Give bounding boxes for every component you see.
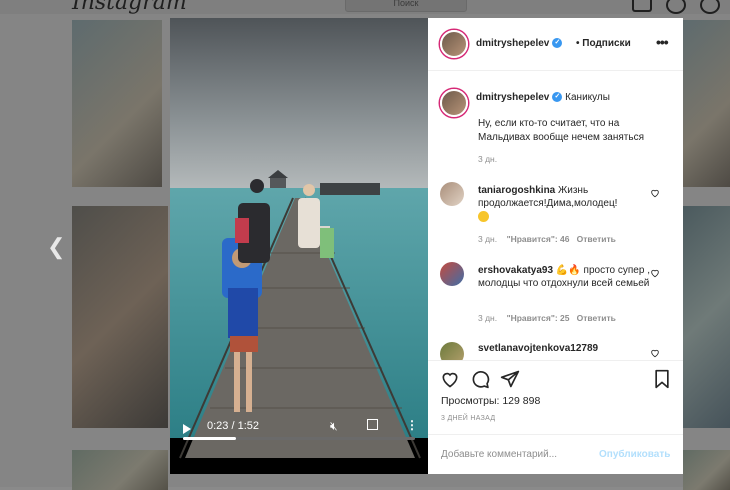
avatar[interactable] (440, 342, 464, 360)
comment-input[interactable]: Добавьте комментарий... (441, 449, 557, 460)
post-side-panel: dmitryshepelev ✓ • Подписки ••• dmitryshe… (428, 18, 683, 474)
caption-time: 3 дн. (478, 154, 498, 164)
post-header: dmitryshepelev ✓ • Подписки ••• (428, 18, 683, 71)
comment-icon[interactable] (470, 369, 490, 389)
instagram-logo[interactable]: Instagram (72, 0, 187, 15)
video-frame (170, 18, 428, 459)
grid-post-thumbnail[interactable] (683, 450, 730, 490)
comment-meta: 3 дн. "Нравится": 46 Ответить (478, 234, 616, 244)
home-icon[interactable] (632, 0, 652, 12)
avatar[interactable] (440, 182, 464, 206)
comment-meta: 3 дн. "Нравится": 25 Ответить (478, 313, 616, 323)
grid-post-thumbnail[interactable] (72, 20, 162, 187)
mute-icon[interactable]: 🔇︎ (330, 419, 338, 434)
muscle-fire-emoji-icon: 💪🔥 (555, 265, 581, 276)
publish-button[interactable]: Опубликовать (599, 449, 670, 460)
comment-likes-count[interactable]: "Нравится": 25 (507, 313, 570, 323)
share-icon[interactable] (500, 369, 520, 389)
views-count[interactable]: Просмотры: 129 898 (441, 395, 540, 407)
add-comment-bar: Добавьте комментарий... Опубликовать (428, 434, 683, 475)
video-time: 0:23 / 1:52 (207, 420, 259, 432)
comment-text: taniarogoshkina Жизнь продолжается!Дима,… (478, 184, 653, 223)
smile-emoji-icon (478, 210, 489, 222)
grid-post-thumbnail[interactable] (683, 20, 730, 187)
divider (428, 360, 683, 361)
play-icon[interactable] (183, 424, 191, 434)
avatar[interactable] (440, 30, 468, 58)
top-navigation-bar: Instagram Поиск (0, 0, 730, 15)
following-button[interactable]: • Подписки (576, 38, 631, 49)
avatar[interactable] (440, 89, 468, 117)
direct-icon[interactable] (666, 0, 686, 14)
grid-post-thumbnail[interactable] (72, 206, 168, 428)
bookmark-icon[interactable] (653, 369, 671, 389)
video-controls: 0:23 / 1:52 🔇︎ ⋮ (170, 418, 428, 474)
post-age: 3 ДНЕЙ НАЗАД (441, 415, 496, 422)
previous-post-arrow-icon[interactable]: ❮ (47, 236, 65, 258)
verified-icon: ✓ (552, 38, 563, 49)
explore-icon[interactable] (700, 0, 720, 14)
grid-post-thumbnail[interactable] (683, 206, 730, 428)
comment-row-partial: svetlanavojtenkova12789 (428, 336, 683, 360)
grid-post-thumbnail[interactable] (72, 450, 168, 490)
comment-text: svetlanavojtenkova12789 (478, 343, 599, 354)
video-progress-fill (183, 437, 237, 440)
more-icon[interactable]: ⋮ (406, 418, 418, 432)
caption-text: Ну, если кто-то считает, что на Мальдива… (478, 118, 644, 143)
post-video[interactable]: 0:23 / 1:52 🔇︎ ⋮ (170, 18, 428, 474)
caption-author[interactable]: dmitryshepelev ✓ Каникулы (476, 92, 610, 103)
fullscreen-icon[interactable] (367, 419, 378, 430)
heart-icon[interactable] (650, 268, 660, 278)
heart-icon[interactable] (650, 348, 660, 358)
verified-icon: ✓ (552, 92, 563, 103)
heart-icon[interactable] (440, 369, 460, 389)
search-input[interactable]: Поиск (345, 0, 467, 12)
more-icon[interactable]: ••• (656, 34, 669, 50)
heart-icon[interactable] (650, 188, 660, 198)
reply-button[interactable]: Ответить (577, 234, 616, 244)
avatar[interactable] (440, 262, 464, 286)
comment-likes-count[interactable]: "Нравится": 46 (507, 234, 570, 244)
reply-button[interactable]: Ответить (577, 313, 616, 323)
video-progress-bar[interactable] (183, 437, 415, 440)
post-author-username[interactable]: dmitryshepelev ✓ (476, 38, 563, 49)
comment-text: ershovakatya93 💪🔥 просто супер , молодцы… (478, 265, 650, 289)
